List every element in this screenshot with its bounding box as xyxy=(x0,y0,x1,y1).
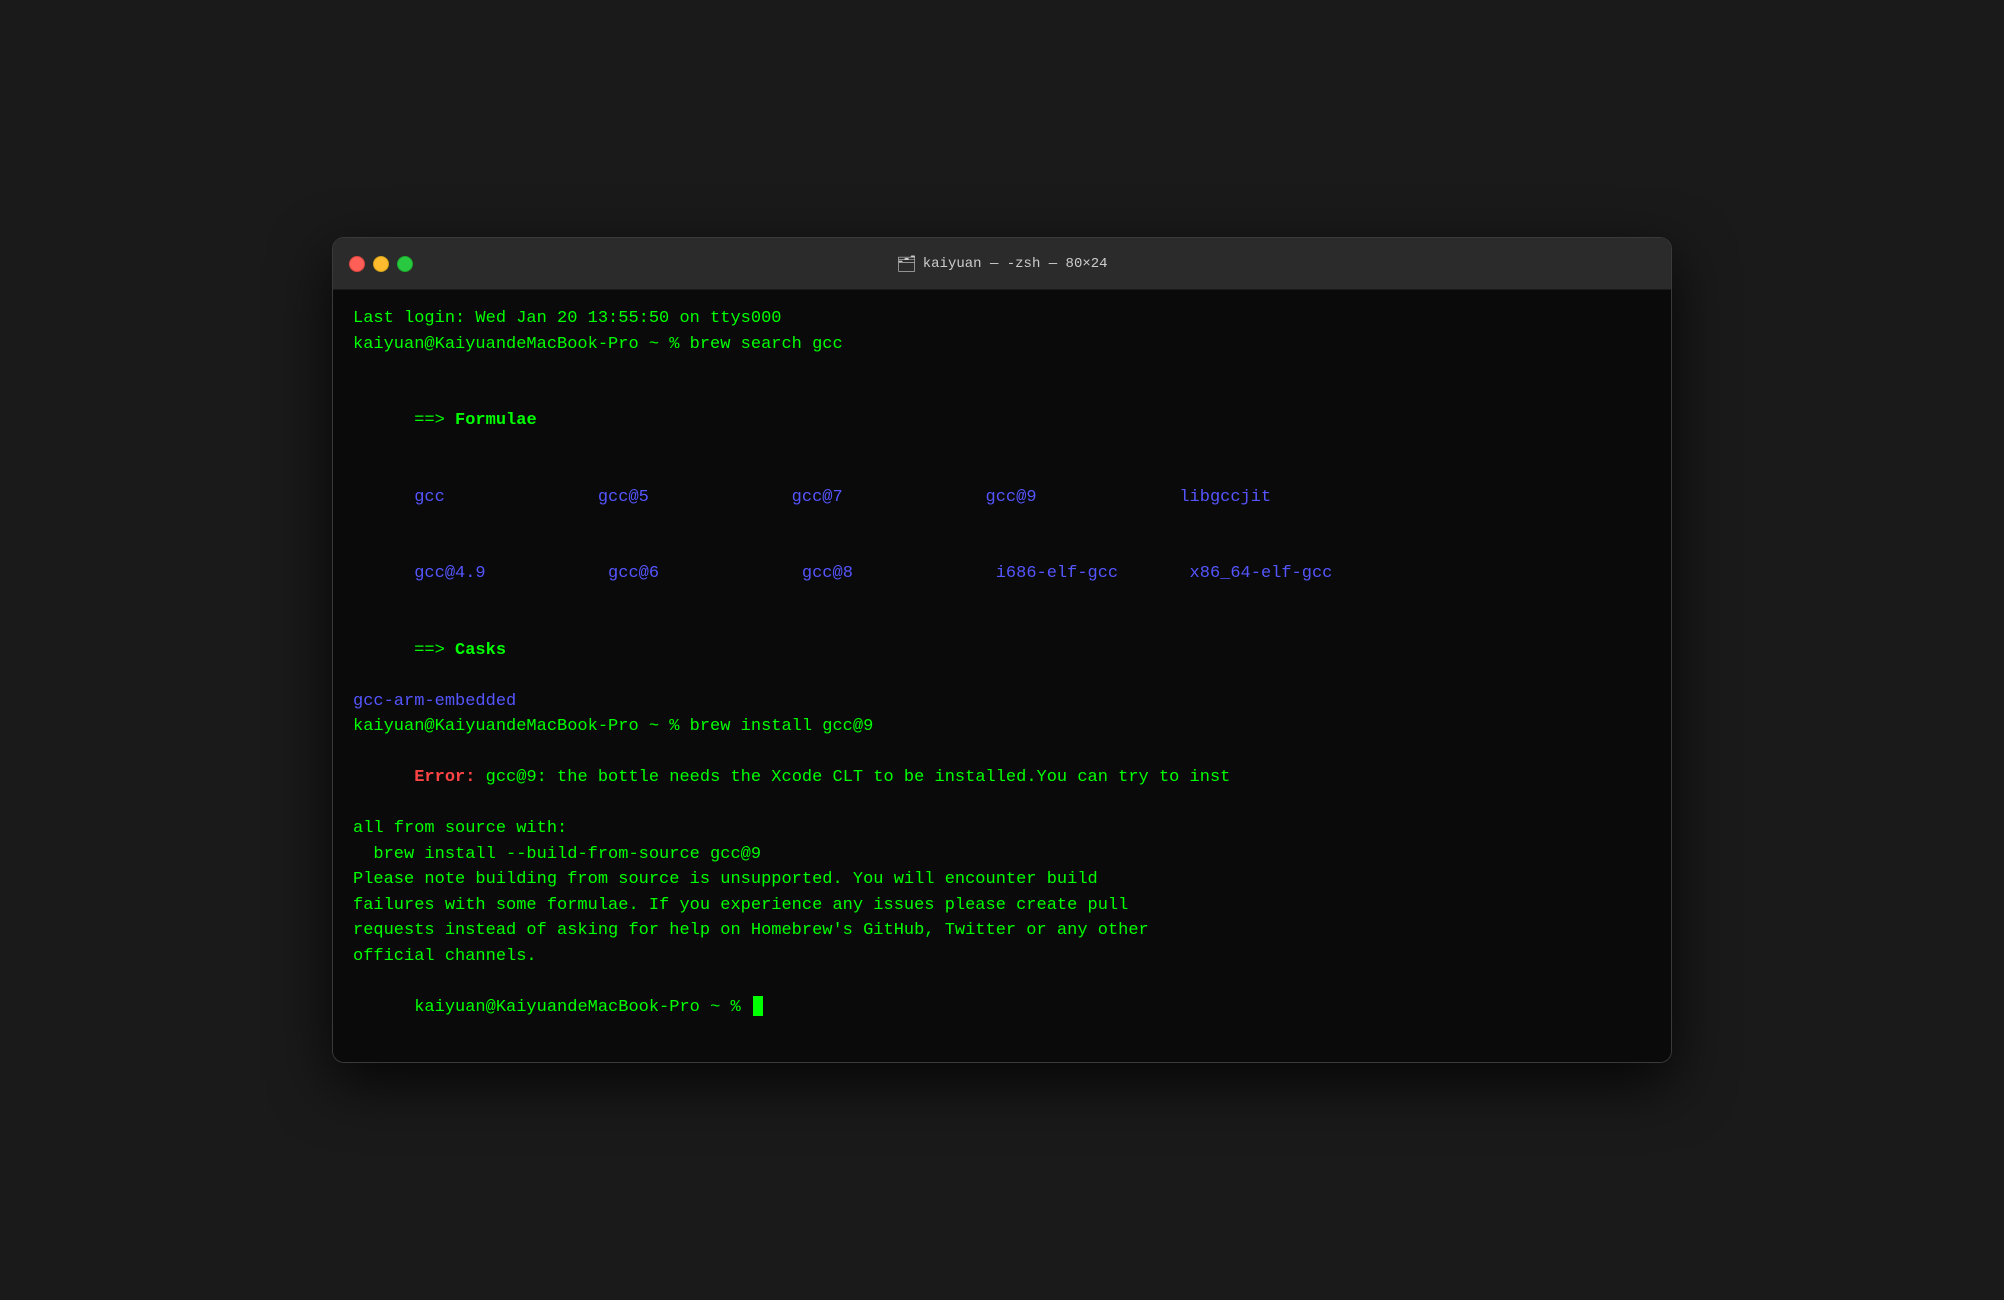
terminal-body[interactable]: Last login: Wed Jan 20 13:55:50 on ttys0… xyxy=(333,290,1671,1062)
titlebar: 🗂 kaiyuan — -zsh — 80×24 xyxy=(333,238,1671,290)
line-login: Last login: Wed Jan 20 13:55:50 on ttys0… xyxy=(353,306,1651,332)
empty-line-1 xyxy=(353,357,1651,383)
arrow-formulae: ==> xyxy=(414,411,455,430)
line-casks-header: ==> Casks xyxy=(353,612,1651,689)
error-label: Error: xyxy=(414,768,475,787)
traffic-lights xyxy=(349,256,413,272)
line-warning1: Please note building from source is unsu… xyxy=(353,867,1651,893)
formula-gcc49: gcc@4.9 gcc@6 gcc@8 i686-elf-gcc x86_64-… xyxy=(414,564,1332,583)
line-warning3: requests instead of asking for help on H… xyxy=(353,918,1651,944)
arrow-casks: ==> xyxy=(414,641,455,660)
title-text: kaiyuan — -zsh — 80×24 xyxy=(923,256,1108,272)
close-button[interactable] xyxy=(349,256,365,272)
casks-label: Casks xyxy=(455,641,506,660)
formula-gcc: gcc gcc@5 gcc@7 gcc@9 libgccjit xyxy=(414,488,1271,507)
line-warning2: failures with some formulae. If you expe… xyxy=(353,893,1651,919)
line-error2: all from source with: xyxy=(353,816,1651,842)
line-prompt-final: kaiyuan@KaiyuandeMacBook-Pro ~ % xyxy=(353,969,1651,1046)
window-title: 🗂 kaiyuan — -zsh — 80×24 xyxy=(896,254,1107,274)
cursor xyxy=(753,996,763,1016)
line-formulae-row1: gcc gcc@5 gcc@7 gcc@9 libgccjit xyxy=(353,459,1651,536)
error-text1: gcc@9: the bottle needs the Xcode CLT to… xyxy=(475,768,1230,787)
line-error1: Error: gcc@9: the bottle needs the Xcode… xyxy=(353,740,1651,817)
maximize-button[interactable] xyxy=(397,256,413,272)
formulae-label: Formulae xyxy=(455,411,537,430)
terminal-window: 🗂 kaiyuan — -zsh — 80×24 Last login: Wed… xyxy=(332,237,1672,1063)
line-cmd1: kaiyuan@KaiyuandeMacBook-Pro ~ % brew se… xyxy=(353,332,1651,358)
line-cask-item: gcc-arm-embedded xyxy=(353,689,1651,715)
line-cmd2: kaiyuan@KaiyuandeMacBook-Pro ~ % brew in… xyxy=(353,714,1651,740)
line-formulae-row2: gcc@4.9 gcc@6 gcc@8 i686-elf-gcc x86_64-… xyxy=(353,536,1651,613)
minimize-button[interactable] xyxy=(373,256,389,272)
prompt-text: kaiyuan@KaiyuandeMacBook-Pro ~ % xyxy=(414,998,751,1017)
line-formulae-header: ==> Formulae xyxy=(353,383,1651,460)
line-warning4: official channels. xyxy=(353,944,1651,970)
line-error3: brew install --build-from-source gcc@9 xyxy=(353,842,1651,868)
folder-icon: 🗂 xyxy=(896,254,916,274)
